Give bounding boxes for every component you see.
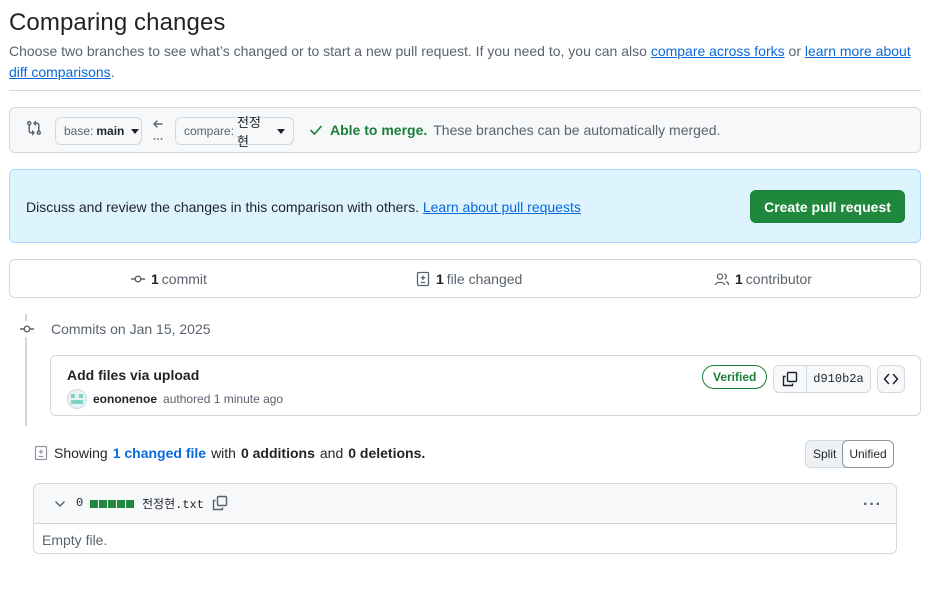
file-body-text: Empty file. (42, 532, 108, 548)
people-icon (714, 273, 730, 286)
commits-date-heading: Commits on Jan 15, 2025 (51, 321, 211, 337)
commit-message-link[interactable]: Add files via upload (67, 367, 199, 383)
diff-view-toggle: Split Unified (805, 440, 894, 468)
commit-sha[interactable]: d910b2a (807, 366, 870, 392)
files-changed-tab[interactable]: 1 file changed (415, 271, 522, 287)
commit-action: authored 1 minute ago (163, 392, 284, 406)
discuss-text: Discuss and review the changes in this c… (26, 199, 419, 215)
commit-sha-group: d910b2a (773, 365, 871, 393)
deletions-count: 0 deletions. (348, 445, 426, 461)
subtitle-end: . (110, 64, 115, 80)
base-prefix: base: (64, 124, 94, 138)
commits-label: commit (161, 271, 207, 287)
code-icon (883, 373, 899, 385)
arrow-left-icon (153, 120, 163, 140)
and-label: and (319, 445, 344, 461)
verified-badge[interactable]: Verified (702, 365, 768, 389)
copy-icon (782, 371, 798, 387)
compare-summary: 1 commit 1 file changed 1 contributor (9, 259, 921, 298)
merge-status-detail: These branches can be automatically merg… (433, 122, 721, 138)
commits-count: 1 (151, 271, 159, 287)
compare-forks-link[interactable]: compare across forks (651, 43, 785, 59)
additions-count: 0 additions (240, 445, 315, 461)
discuss-flash: Discuss and review the changes in this c… (9, 169, 921, 243)
page-title: Comparing changes (9, 9, 226, 36)
commits-group-header: Commits on Jan 15, 2025 (19, 321, 211, 337)
browse-repo-button[interactable] (877, 365, 905, 393)
divider (9, 90, 921, 91)
contributors-count: 1 (735, 271, 743, 287)
file-change-count: 0 (76, 496, 84, 510)
commit-row: Add files via upload eononenoe authored … (50, 355, 921, 416)
compare-branch-button[interactable]: compare: 전정현 (175, 115, 294, 149)
split-view-button[interactable]: Split (806, 441, 843, 467)
commits-tab[interactable]: 1 commit (130, 271, 207, 287)
compare-branch-name: 전정현 (237, 115, 261, 149)
identicon-icon (71, 394, 83, 404)
base-branch-button[interactable]: base: main (55, 117, 142, 145)
commit-author[interactable]: eononenoe (93, 392, 157, 406)
caret-down-icon (131, 128, 140, 134)
subtitle-or: or (784, 43, 805, 59)
file-diff: 0 전정현.txt ··· Empty file. (33, 483, 897, 554)
commit-meta: eononenoe authored 1 minute ago (67, 389, 283, 409)
file-header: 0 전정현.txt ··· (34, 484, 896, 524)
git-commit-icon (19, 321, 35, 337)
file-diff-icon (34, 445, 48, 461)
kebab-horizontal-icon[interactable]: ··· (863, 496, 882, 514)
chevron-down-icon[interactable] (54, 498, 66, 510)
merge-status: Able to merge. These branches can be aut… (308, 122, 720, 138)
copy-sha-button[interactable] (774, 366, 807, 392)
file-diff-icon (416, 271, 430, 287)
range-editor: base: main compare: 전정현 Able to merge. T… (9, 107, 921, 153)
git-commit-icon (131, 275, 145, 283)
discuss-text-wrap: Discuss and review the changes in this c… (26, 199, 581, 215)
avatar[interactable] (67, 389, 87, 409)
diffstat-blocks (90, 500, 134, 508)
page-subtitle: Choose two branches to see what’s change… (9, 41, 919, 83)
changed-files-link[interactable]: 1 changed file (113, 445, 206, 461)
create-pull-request-button[interactable]: Create pull request (750, 190, 905, 223)
learn-pull-requests-link[interactable]: Learn about pull requests (423, 199, 581, 215)
git-compare-icon (27, 120, 42, 136)
showing-label: Showing (54, 445, 108, 461)
unified-view-button[interactable]: Unified (842, 440, 894, 468)
files-count: 1 (436, 271, 444, 287)
with-label: with (211, 445, 236, 461)
files-label: file changed (446, 271, 523, 287)
base-branch-name: main (96, 124, 125, 138)
compare-prefix: compare: (184, 124, 235, 138)
diff-summary: Showing 1 changed file with 0 additions … (33, 445, 425, 461)
copy-icon[interactable] (212, 495, 228, 511)
file-name-link[interactable]: 전정현.txt (142, 495, 204, 512)
subtitle-text: Choose two branches to see what’s change… (9, 43, 651, 59)
check-icon (310, 125, 322, 135)
caret-down-icon (277, 128, 285, 134)
contributors-tab[interactable]: 1 contributor (714, 271, 812, 287)
contributors-label: contributor (745, 271, 812, 287)
merge-status-label: Able to merge. (330, 122, 428, 138)
